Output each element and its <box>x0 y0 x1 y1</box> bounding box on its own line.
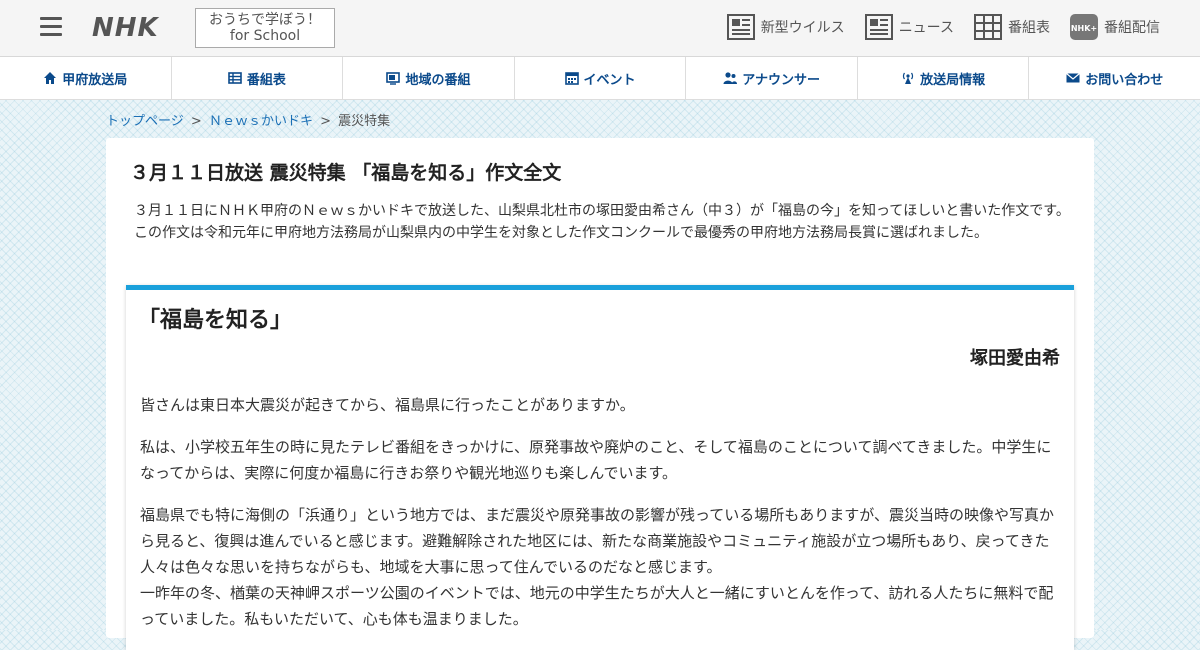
nav-label: イベント <box>583 72 636 88</box>
nav-label: お問い合わせ <box>1085 72 1164 88</box>
util-news-link[interactable]: ニュース <box>864 14 954 40</box>
breadcrumb-top-link[interactable]: トップページ <box>106 114 184 129</box>
nav-local-programs[interactable]: 地域の番組 <box>343 57 515 99</box>
util-streaming-label: 番組配信 <box>1104 20 1160 36</box>
util-schedule-label: 番組表 <box>1008 20 1050 36</box>
main-nav: 甲府放送局 番組表 地域の番組 イベント アナウンサー 放送局情報 お問い合わせ <box>0 57 1200 100</box>
breadcrumb-separator: > <box>190 114 202 129</box>
util-streaming-link[interactable]: NHK+ 番組配信 <box>1070 14 1160 40</box>
tv-guide-icon <box>228 72 242 84</box>
essay-author: 塚田愛由希 <box>970 348 1060 369</box>
essay-paragraph: 福島県でも特に海側の「浜通り」という地方では、まだ震災や原発事故の影響が残ってい… <box>140 506 1054 576</box>
breadcrumb-news-link[interactable]: Ｎｅｗｓかいドキ <box>209 114 313 129</box>
nav-announcers[interactable]: アナウンサー <box>686 57 858 99</box>
grid-icon <box>974 14 1002 40</box>
nav-station-info[interactable]: 放送局情報 <box>858 57 1030 99</box>
nav-label: アナウンサー <box>742 72 820 88</box>
nav-events[interactable]: イベント <box>515 57 687 99</box>
breadcrumb-current: 震災特集 <box>338 114 391 129</box>
essay-paragraph: 私は、小学校五年生の時に見たテレビ番組をきっかけに、原発事故や廃炉のこと、そして… <box>140 438 1052 482</box>
article-container: ３月１１日放送 震災特集 「福島を知る」作文全文 ３月１１日にＮＨＫ甲府のＮｅｗ… <box>106 138 1094 650</box>
for-school-line1: おうちで学ぼう！ <box>209 12 321 28</box>
article-intro: ３月１１日にＮＨＫ甲府のＮｅｗｓかいドキで放送した、山梨県北杜市の塚田愛由希さん… <box>134 200 1074 244</box>
nhk-plus-icon: NHK+ <box>1070 14 1098 40</box>
menu-icon[interactable] <box>40 17 62 37</box>
top-bar: NHK おうちで学ぼう！ for School 新型ウイルス ニュース 番組表 … <box>0 0 1200 57</box>
nav-kofu-station[interactable]: 甲府放送局 <box>0 57 172 99</box>
intro-paragraph: ３月１１日にＮＨＫ甲府のＮｅｗｓかいドキで放送した、山梨県北杜市の塚田愛由希さん… <box>134 203 1070 219</box>
nav-label: 甲府放送局 <box>62 72 128 88</box>
essay-paragraph: 皆さんは東日本大震災が起きてから、福島県に行ったことがありますか。 <box>140 396 635 414</box>
newspaper-icon <box>726 14 755 40</box>
for-school-link[interactable]: おうちで学ぼう！ for School <box>195 8 335 48</box>
breadcrumb-separator: > <box>320 114 331 129</box>
breadcrumb: トップページ > Ｎｅｗｓかいドキ > 震災特集 <box>106 110 390 129</box>
people-icon <box>723 72 738 84</box>
tv-icon <box>386 72 401 85</box>
essay-paragraph: 一昨年の冬、楢葉の天神岬スポーツ公園のイベントでは、地元の中学生たちが大人と一緒… <box>140 584 1054 628</box>
nav-label: 地域の番組 <box>405 72 471 88</box>
utility-nav: 新型ウイルス ニュース 番組表 NHK+ 番組配信 <box>726 14 1160 40</box>
broadcast-icon <box>903 72 914 84</box>
nav-label: 放送局情報 <box>920 72 986 88</box>
page-title: ３月１１日放送 震災特集 「福島を知る」作文全文 <box>130 162 562 184</box>
nav-schedule[interactable]: 番組表 <box>172 57 344 99</box>
mail-icon <box>1066 73 1081 83</box>
nav-contact[interactable]: お問い合わせ <box>1029 57 1200 99</box>
essay-title: 「福島を知る」 <box>138 308 293 333</box>
util-covid-label: 新型ウイルス <box>760 20 845 36</box>
nav-label: 番組表 <box>246 72 286 88</box>
for-school-line2: for School <box>229 28 301 44</box>
home-icon <box>44 72 57 84</box>
nhk-logo[interactable]: NHK <box>92 13 159 43</box>
calendar-icon <box>564 72 579 85</box>
intro-paragraph: この作文は令和元年に甲府地方法務局が山梨県内の中学生を対象とした作文コンクールで… <box>134 225 988 241</box>
svg-text:NHK+: NHK+ <box>1071 24 1097 33</box>
util-news-label: ニュース <box>898 20 954 36</box>
util-covid-link[interactable]: 新型ウイルス <box>726 14 845 40</box>
newspaper-icon <box>864 14 893 40</box>
essay-box: 「福島を知る」 塚田愛由希 皆さんは東日本大震災が起きてから、福島県に行ったこと… <box>126 285 1074 650</box>
util-schedule-link[interactable]: 番組表 <box>974 14 1050 40</box>
